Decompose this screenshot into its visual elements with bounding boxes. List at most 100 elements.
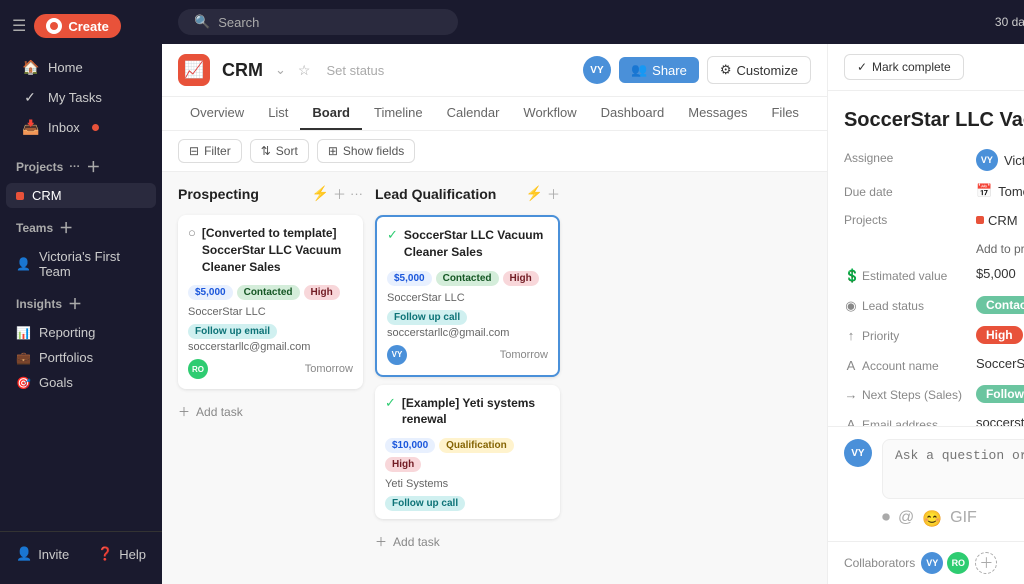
topbar-right: 30 days left in trial Add billing info V… [995, 8, 1024, 36]
projects-more-icon[interactable]: ··· [69, 161, 80, 173]
project-badge: CRM [976, 213, 1018, 228]
project-name: CRM [222, 60, 263, 81]
teams-section-header: Teams ＋ [0, 208, 162, 244]
sidebar-item-crm[interactable]: CRM [6, 183, 156, 208]
create-dot-icon [46, 18, 62, 34]
help-icon: ❓ [97, 546, 113, 562]
card-avatar-2: VY [387, 345, 407, 365]
add-task-lead-qual[interactable]: ＋ Add task [375, 527, 560, 556]
sort-button[interactable]: ⇅ Sort [250, 139, 309, 163]
card-email-2: soccerstarllc@gmail.com [387, 327, 548, 339]
add-task-prospecting[interactable]: ＋ Add task [178, 397, 363, 426]
card-company: SoccerStar LLC [188, 306, 353, 318]
mention-icon[interactable]: @ [898, 509, 914, 529]
share-button[interactable]: 👥 Share [619, 57, 699, 83]
add-collaborator-button[interactable]: ＋ [975, 552, 997, 574]
card-date-2: Tomorrow [500, 349, 548, 361]
tab-timeline[interactable]: Timeline [362, 97, 435, 130]
filter-button[interactable]: ⊟ Filter [178, 139, 242, 163]
tag-contacted-2: Contacted [436, 271, 499, 286]
customize-button[interactable]: ⚙ Customize [707, 56, 811, 84]
card-yeti-renewal[interactable]: ✓ [Example] Yeti systems renewal $10,000… [375, 385, 560, 520]
insights-add-icon[interactable]: ＋ [68, 294, 82, 314]
column-actions-lead-qual: ⚡ ＋ [526, 184, 560, 203]
sidebar-item-portfolios[interactable]: 💼 Portfolios [0, 345, 162, 370]
tab-board[interactable]: Board [300, 97, 362, 130]
collab-avatars: VY RO [921, 552, 969, 574]
add-column-icon[interactable]: ＋ [333, 184, 346, 203]
project-star-icon[interactable]: ☆ [298, 62, 311, 79]
content-area: 📈 CRM ⌄ ☆ Set status VY 👥 Share ⚙ Custom… [162, 44, 1024, 584]
giphy-icon[interactable]: GIF [950, 509, 977, 529]
add-to-projects-link[interactable]: Add to projects [976, 242, 1024, 256]
tag-money-2: $5,000 [387, 271, 432, 286]
projects-label: Projects [844, 211, 964, 227]
help-button[interactable]: ❓ Help [97, 546, 146, 562]
sidebar-item-victorias-team[interactable]: 👤 Victoria's First Team [0, 244, 162, 284]
create-button[interactable]: Create [34, 14, 120, 38]
collab-avatar-ro: RO [947, 552, 969, 574]
card-soccerstar-vacuum[interactable]: ✓ SoccerStar LLC Vacuum Cleaner Sales $5… [375, 215, 560, 377]
column-actions-prospecting: ⚡ ＋ ··· [312, 184, 363, 203]
email-text: soccerstarllc@gmail.com [976, 415, 1024, 426]
lead-status-value[interactable]: Contacted [976, 296, 1024, 314]
detail-comment: VY ⏺ @ 😊 GIF [828, 426, 1024, 541]
inbox-icon: 📥 [22, 119, 38, 136]
lightning-icon-2[interactable]: ⚡ [526, 185, 543, 202]
lead-status-tag: Contacted [976, 296, 1024, 314]
add-column-icon-2[interactable]: ＋ [547, 184, 560, 203]
emoji-icon[interactable]: 😊 [922, 509, 942, 529]
sidebar-item-goals[interactable]: 🎯 Goals [0, 370, 162, 395]
sidebar-item-reporting[interactable]: 📊 Reporting [0, 320, 162, 345]
task-check-icon-2[interactable]: ✓ [387, 227, 398, 243]
mark-complete-button[interactable]: ✓ Mark complete [844, 54, 964, 80]
more-column-icon[interactable]: ··· [350, 186, 363, 201]
estimated-value-value: $5,000 [976, 266, 1016, 281]
card-email: soccerstarllc@gmail.com [188, 341, 353, 353]
customize-icon: ⚙ [720, 62, 732, 78]
comment-input[interactable] [882, 439, 1024, 499]
lightning-icon[interactable]: ⚡ [312, 185, 329, 202]
detail-row-due-date: Due date 📅 Tomorrow ✕ [844, 183, 1024, 199]
invite-button[interactable]: 👤 Invite [16, 546, 69, 562]
tag-high: High [304, 285, 340, 300]
detail-footer: Collaborators VY RO ＋ ↗ Leave task [828, 541, 1024, 584]
tag-followup-call-2: Follow up call [385, 496, 465, 511]
tab-messages[interactable]: Messages [676, 97, 759, 130]
sidebar-item-inbox[interactable]: 📥 Inbox [6, 113, 156, 142]
project-badge-name: CRM [988, 213, 1018, 228]
tab-calendar[interactable]: Calendar [435, 97, 512, 130]
priority-value[interactable]: High [976, 326, 1023, 344]
collaborators-label: Collaborators [844, 556, 915, 570]
sidebar-top: ☰ Create [0, 8, 162, 44]
next-steps-icon: → [844, 387, 858, 402]
account-icon: A [844, 358, 858, 373]
sidebar-item-my-tasks[interactable]: ✓ My Tasks [6, 83, 156, 112]
sidebar-item-home[interactable]: 🏠 Home [6, 53, 156, 82]
task-check-icon-3[interactable]: ✓ [385, 395, 396, 411]
teams-add-icon[interactable]: ＋ [59, 218, 73, 238]
hamburger-icon[interactable]: ☰ [12, 16, 26, 36]
due-date-text[interactable]: Tomorrow [998, 184, 1024, 199]
detail-toolbar: ✓ Mark complete 👍 📎 ⊞ ⧉ ⤢ ··· ✕ [828, 44, 1024, 91]
detail-row-priority: ↑ Priority High [844, 326, 1024, 344]
board-area: Prospecting ⚡ ＋ ··· ○ [Converted to temp… [162, 172, 827, 584]
show-fields-button[interactable]: ⊞ Show fields [317, 139, 415, 163]
project-chevron-icon[interactable]: ⌄ [275, 62, 286, 78]
card-converted-soccerstar[interactable]: ○ [Converted to template] SoccerStar LLC… [178, 215, 363, 389]
projects-add-icon[interactable]: ＋ [86, 157, 100, 177]
search-bar[interactable]: 🔍 Search [178, 9, 458, 35]
set-status-label[interactable]: Set status [326, 63, 384, 78]
topbar-left: 🔍 Search [178, 9, 458, 35]
tab-workflow[interactable]: Workflow [511, 97, 588, 130]
tab-list[interactable]: List [256, 97, 300, 130]
tab-overview[interactable]: Overview [178, 97, 256, 130]
tab-files[interactable]: Files [759, 97, 810, 130]
sidebar-bottom: 👤 Invite ❓ Help [0, 531, 162, 576]
tab-dashboard[interactable]: Dashboard [589, 97, 677, 130]
assignee-label: Assignee [844, 149, 964, 165]
record-icon[interactable]: ⏺ [882, 509, 890, 529]
task-check-icon[interactable]: ○ [188, 225, 196, 240]
email-icon: A [844, 417, 858, 426]
next-steps-value[interactable]: Follow up call [976, 385, 1024, 403]
